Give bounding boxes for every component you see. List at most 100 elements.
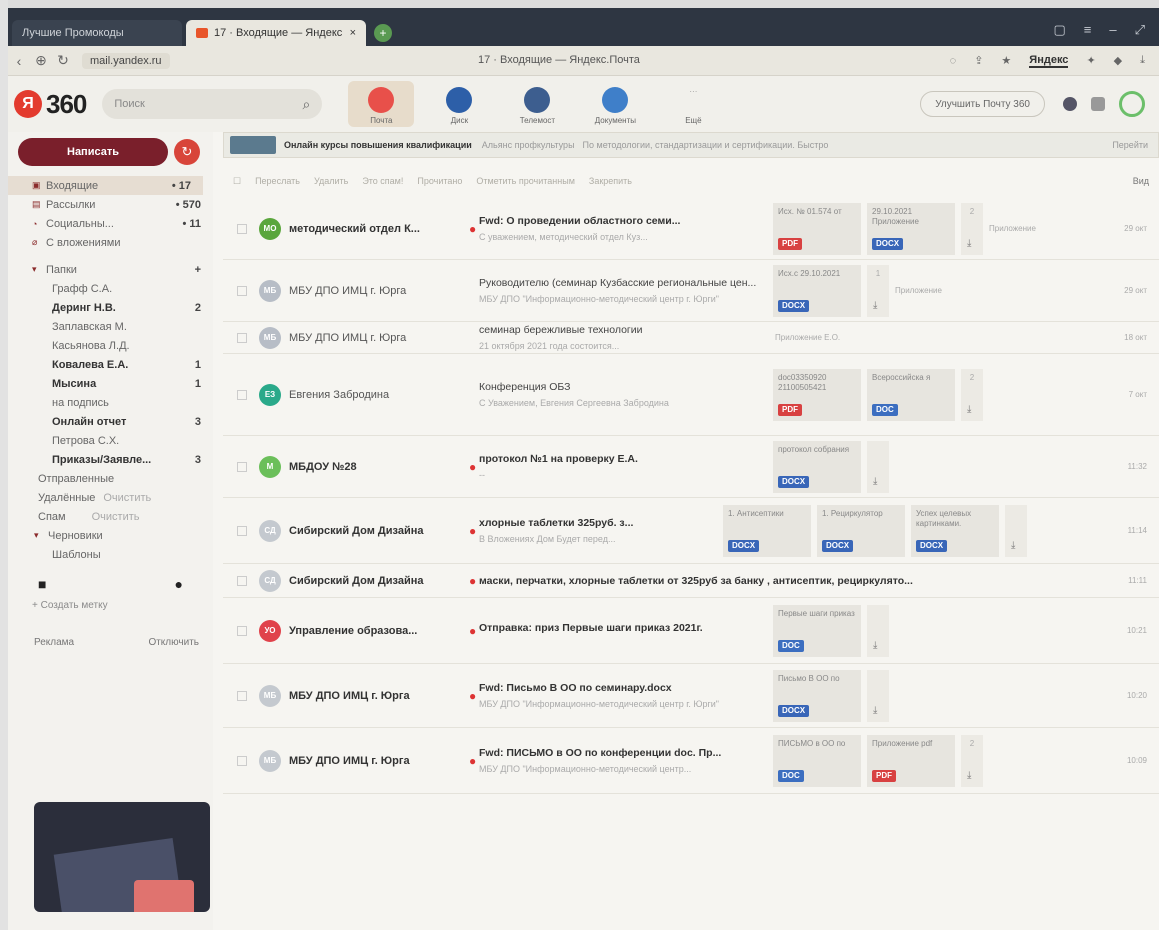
pin-button[interactable]: Закрепить bbox=[589, 176, 632, 186]
more-attachments[interactable]: ⤓ bbox=[867, 669, 889, 722]
row-checkbox[interactable] bbox=[237, 223, 247, 234]
message-row[interactable]: СД Сибирский Дом Дизайна ● хлорные таблетки… bbox=[223, 498, 1159, 564]
message-row[interactable]: МБ МБУ ДПО ИМЦ г. Юрга семинар берeжливые … bbox=[223, 322, 1159, 354]
minimize-icon[interactable]: – bbox=[1109, 22, 1116, 38]
protect-icon[interactable]: ◌ bbox=[950, 55, 957, 67]
subfolder[interactable]: Мысина 1 bbox=[8, 374, 213, 393]
unread-dot-icon[interactable]: ● bbox=[469, 222, 479, 236]
attachment-card[interactable]: Письмо В ОО по DOCX bbox=[773, 669, 861, 722]
message-row[interactable]: ЕЗ Евгения Забродина Конференция ОБЗ С Уваж… bbox=[223, 354, 1159, 436]
attachment-card[interactable]: Успех целевых картинками. DOCX bbox=[911, 504, 999, 557]
url-field[interactable]: mail.yandex.ru bbox=[82, 52, 170, 69]
service-telemost[interactable]: Телемост bbox=[504, 81, 570, 127]
message-row[interactable]: УО Управление образова... ● Отправка: приз … bbox=[223, 598, 1159, 664]
compose-button[interactable]: Написать bbox=[18, 138, 168, 166]
folder-attachments[interactable]: ⌀ С вложениями bbox=[8, 233, 213, 252]
forward-icon[interactable]: ⊕ bbox=[30, 52, 52, 69]
row-checkbox[interactable] bbox=[237, 332, 247, 343]
service-more[interactable]: ··· Ещё bbox=[660, 81, 726, 127]
avatar[interactable] bbox=[1119, 91, 1145, 117]
unread-dot-icon[interactable]: ● bbox=[469, 574, 479, 588]
row-checkbox[interactable] bbox=[237, 755, 247, 766]
menu-icon[interactable]: ≡ bbox=[1084, 22, 1092, 38]
new-tab-icon[interactable]: + bbox=[374, 24, 392, 42]
more-attachments[interactable]: ⤓ bbox=[867, 604, 889, 657]
forward-button[interactable]: Переслать bbox=[255, 176, 300, 186]
more-attachments[interactable]: 1 ⤓ bbox=[867, 264, 889, 317]
ad-card[interactable] bbox=[34, 802, 210, 912]
attachment-card[interactable]: ПИСЬМО в ОО по DOC bbox=[773, 734, 861, 787]
create-label-link[interactable]: + Создать метку bbox=[8, 592, 213, 611]
subfolder[interactable]: на подпись bbox=[8, 393, 213, 412]
upgrade-button[interactable]: Улучшить Почту 360 bbox=[920, 91, 1045, 117]
row-checkbox[interactable] bbox=[237, 389, 247, 400]
more-attachments[interactable]: 2 ⤓ bbox=[961, 202, 983, 255]
message-row[interactable]: МО методический отдел К... ● Fwd: О проведе… bbox=[223, 198, 1159, 260]
ad-hide-link[interactable]: Отключить bbox=[148, 637, 199, 648]
service-disk[interactable]: Диск bbox=[426, 81, 492, 127]
attachment-card[interactable]: 1. Антисептики DOCX bbox=[723, 504, 811, 557]
clear-spam-link[interactable]: Очистить bbox=[92, 511, 140, 523]
folder-spam[interactable]: Спам Очистить bbox=[8, 507, 213, 526]
folder-social[interactable]: ◔ Социальны... • 11 bbox=[8, 214, 213, 233]
attachment-card[interactable]: 1. Рециркулятор DOCX bbox=[817, 504, 905, 557]
delete-button[interactable]: Удалить bbox=[314, 176, 348, 186]
more-attachments[interactable]: 2 ⤓ bbox=[961, 368, 983, 421]
attachment-card[interactable]: Приложение pdf PDF bbox=[867, 734, 955, 787]
close-tab-icon[interactable]: × bbox=[350, 27, 356, 39]
folder-drafts[interactable]: ▾ Черновики bbox=[8, 526, 213, 545]
dot-view-icon[interactable]: ● bbox=[175, 576, 183, 592]
browser-tab[interactable]: Лучшие Промокоды bbox=[12, 20, 182, 46]
attachment-card[interactable]: Исх.с 29.10.2021 DOCX bbox=[773, 264, 861, 317]
mark-read-button[interactable]: Отметить прочитанным bbox=[476, 176, 575, 186]
read-button[interactable]: Прочитано bbox=[417, 176, 462, 186]
logo[interactable]: Я 360 bbox=[14, 89, 87, 120]
row-checkbox[interactable] bbox=[237, 690, 247, 701]
back-icon[interactable]: ‹ bbox=[8, 53, 30, 69]
unread-dot-icon[interactable]: ● bbox=[469, 754, 479, 768]
row-checkbox[interactable] bbox=[237, 625, 247, 636]
download-icon[interactable]: ⤓ bbox=[873, 300, 877, 311]
folder-newsletters[interactable]: ▤ Рассылки • 570 bbox=[8, 195, 213, 214]
notifications-icon[interactable] bbox=[1063, 97, 1077, 111]
download-icon[interactable]: ⤓ bbox=[967, 770, 971, 781]
more-attachments[interactable]: 2 ⤓ bbox=[961, 734, 983, 787]
maximize-icon[interactable]: ⤢ bbox=[1135, 22, 1145, 38]
attachment-card[interactable]: протокол собрания DOCX bbox=[773, 440, 861, 493]
ad-banner[interactable]: Онлайн курсы повышения квалификации Алья… bbox=[223, 132, 1159, 158]
subfolder[interactable]: Графф С.А. bbox=[8, 279, 213, 298]
folder-templates[interactable]: Шаблоны bbox=[8, 545, 213, 564]
more-attachments[interactable]: ⤓ bbox=[1005, 504, 1027, 557]
message-row[interactable]: СД Сибирский Дом Дизайна ● маски, перчатки,… bbox=[223, 564, 1159, 598]
download-icon[interactable]: ⤓ bbox=[1140, 54, 1145, 67]
message-row[interactable]: МБ МБУ ДПО ИМЦ г. Юрга ● Fwd: ПИСЬМО в ОО п… bbox=[223, 728, 1159, 794]
row-checkbox[interactable] bbox=[237, 285, 247, 296]
browser-tab-active[interactable]: 17 · Входящие — Яндекс × bbox=[186, 20, 366, 46]
message-row[interactable]: МБ МБУ ДПО ИМЦ г. Юрга Руководителю (семин… bbox=[223, 260, 1159, 322]
search-input[interactable]: Поиск ⌕ bbox=[102, 89, 323, 119]
service-mail[interactable]: Почта bbox=[348, 81, 415, 127]
attachment-card[interactable]: doc03350920 21100505421 PDF bbox=[773, 368, 861, 421]
subfolder[interactable]: Касьянова Л.Д. bbox=[8, 336, 213, 355]
subfolder[interactable]: Онлайн отчет 3 bbox=[8, 412, 213, 431]
message-row[interactable]: М МБДОУ №28 ● протокол №1 на проверку Е.А. -… bbox=[223, 436, 1159, 498]
unread-dot-icon[interactable]: ● bbox=[469, 460, 479, 474]
shield-icon[interactable]: ◆ bbox=[1114, 54, 1122, 67]
row-checkbox[interactable] bbox=[237, 525, 247, 536]
bookmark-icon[interactable]: ▢ bbox=[1053, 22, 1065, 38]
attachment-card[interactable]: 29.10.2021 Приложение DOCX bbox=[867, 202, 955, 255]
clear-trash-link[interactable]: Очистить bbox=[103, 492, 151, 504]
select-all-checkbox[interactable]: ☐ bbox=[233, 176, 241, 187]
download-icon[interactable]: ⤓ bbox=[873, 705, 877, 716]
yandex-link[interactable]: Яндекс bbox=[1029, 54, 1069, 68]
folder-sent[interactable]: Отправленные bbox=[8, 469, 213, 488]
banner-action[interactable]: Перейти bbox=[1112, 140, 1148, 150]
settings-gear-icon[interactable] bbox=[1091, 97, 1105, 111]
attachment-card[interactable]: Всероссийска я DOC bbox=[867, 368, 955, 421]
view-dropdown[interactable]: Вид bbox=[1133, 176, 1149, 186]
row-checkbox[interactable] bbox=[237, 461, 247, 472]
bookmark-star-icon[interactable]: ★ bbox=[1001, 54, 1011, 67]
unread-dot-icon[interactable]: ● bbox=[469, 524, 479, 538]
message-row[interactable]: МБ МБУ ДПО ИМЦ г. Юрга ● Fwd: Письмо В ОО п… bbox=[223, 664, 1159, 728]
folder-inbox[interactable]: ▣ Входящие • 17 bbox=[8, 176, 203, 195]
